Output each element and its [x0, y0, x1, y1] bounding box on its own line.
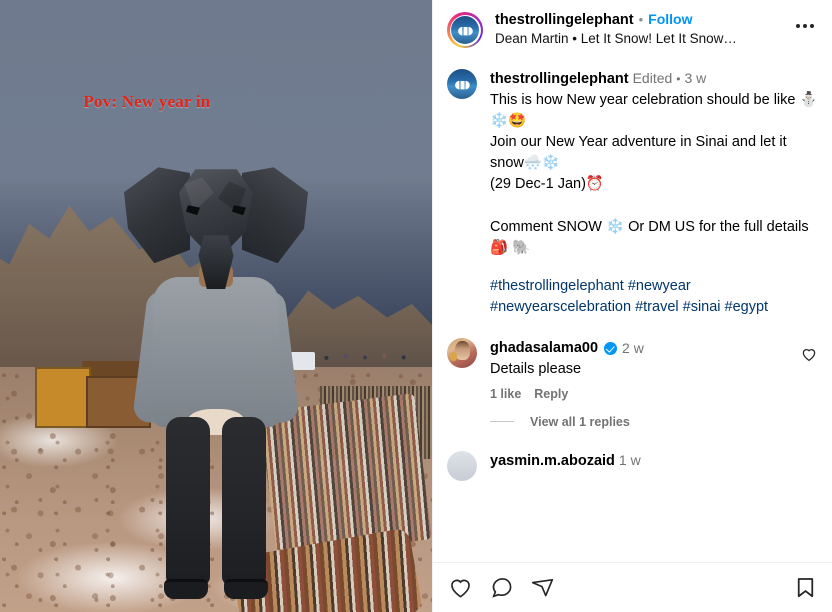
sandal-left [164, 579, 208, 600]
comment-timestamp: 1 w [618, 452, 641, 469]
mask-ear-right [242, 167, 308, 264]
caption-header-line: thestrollingelephant Edited • 3 w [490, 69, 818, 90]
comment-like-icon[interactable] [800, 345, 818, 363]
post-username[interactable]: thestrollingelephant [495, 11, 634, 29]
post-header: ◖▮◗ thestrollingelephant • Follow Dean M… [433, 0, 832, 59]
elephant-mask-icon [124, 165, 308, 290]
instagram-post: Pov: New year in ◖▮◗ thestrollingelephan… [0, 0, 832, 612]
comment-meta-row: 1 like Reply [490, 387, 787, 401]
story-ring-avatar[interactable]: ◖▮◗ [447, 12, 483, 48]
header-text-block: thestrollingelephant • Follow Dean Marti… [495, 11, 780, 49]
view-replies-link[interactable]: View all 1 replies [530, 415, 630, 429]
legs [164, 417, 268, 600]
heart-icon [450, 579, 470, 598]
post-media[interactable]: Pov: New year in [0, 0, 432, 612]
follow-button[interactable]: Follow [648, 11, 692, 29]
caption-text: This is how New year celebration should … [490, 91, 818, 256]
comment-body: ghadasalama00 2 w Details please 1 like … [490, 338, 787, 401]
caption-edited-label: Edited [632, 70, 673, 87]
post-action-bar [433, 562, 832, 612]
replies-dash-line [490, 421, 514, 423]
share-button[interactable] [529, 574, 555, 600]
view-replies-row[interactable]: View all 1 replies [433, 405, 832, 433]
commenter-username[interactable]: yasmin.m.abozaid [490, 451, 615, 472]
comment-button[interactable] [488, 574, 514, 600]
commenter-avatar[interactable] [447, 338, 477, 369]
person-figure [116, 165, 316, 612]
post-sidebar: ◖▮◗ thestrollingelephant • Follow Dean M… [432, 0, 832, 612]
commenter-username[interactable]: ghadasalama00 [490, 338, 598, 359]
comment-reply-button[interactable]: Reply [534, 387, 568, 401]
yellow-hut [34, 367, 91, 429]
media-overlay-text: Pov: New year in [83, 91, 211, 111]
like-button[interactable] [447, 574, 473, 600]
comment-body: yasmin.m.abozaid 1 w [490, 451, 818, 481]
comment-like-count[interactable]: 1 like [490, 387, 521, 401]
leg-right [222, 417, 266, 586]
save-button[interactable] [792, 574, 818, 600]
caption-hashtags[interactable]: #thestrollingelephant #newyear #newyears… [490, 276, 818, 318]
more-options-button[interactable] [792, 13, 818, 39]
header-line-primary: thestrollingelephant • Follow [495, 11, 780, 29]
comment-header-line: ghadasalama00 2 w [490, 338, 787, 359]
mask-ear-left [124, 167, 190, 264]
share-paper-plane-icon [531, 578, 553, 596]
avatar-ring-inner: ◖▮◗ [449, 14, 481, 46]
caption-body: thestrollingelephant Edited • 3 w This i… [490, 69, 818, 318]
verified-badge-icon [604, 341, 618, 355]
leg-left [166, 417, 210, 586]
comment-bubble-icon [491, 577, 511, 598]
comments-feed[interactable]: ◖▮◗ thestrollingelephant Edited • 3 w Th… [433, 59, 832, 562]
more-options-icon [795, 24, 816, 28]
header-separator: • [638, 12, 644, 27]
post-caption: ◖▮◗ thestrollingelephant Edited • 3 w Th… [433, 61, 832, 322]
sandal-right [224, 579, 268, 600]
commenter-avatar[interactable] [447, 450, 477, 481]
avatar-logo-icon: ◖▮◗ [454, 77, 471, 91]
comment-timestamp: 2 w [622, 339, 644, 356]
comment-header-line: yasmin.m.abozaid 1 w [490, 451, 818, 472]
comment-text: Details please [490, 360, 582, 377]
mask-trunk [198, 235, 234, 290]
audio-track-label[interactable]: Dean Martin • Let It Snow! Let It Snow… [495, 30, 780, 49]
avatar-logo-icon: ◖▮◗ [457, 23, 474, 37]
caption-separator: • [676, 71, 681, 86]
avatar: ◖▮◗ [451, 16, 479, 44]
comment-item: yasmin.m.abozaid 1 w [433, 433, 832, 485]
torso-sweater [153, 277, 279, 428]
caption-username[interactable]: thestrollingelephant [490, 69, 629, 90]
caption-timestamp: 3 w [684, 70, 707, 87]
comment-item: ghadasalama00 2 w Details please 1 like … [433, 322, 832, 405]
bookmark-icon [797, 577, 813, 597]
caption-avatar[interactable]: ◖▮◗ [447, 69, 477, 100]
